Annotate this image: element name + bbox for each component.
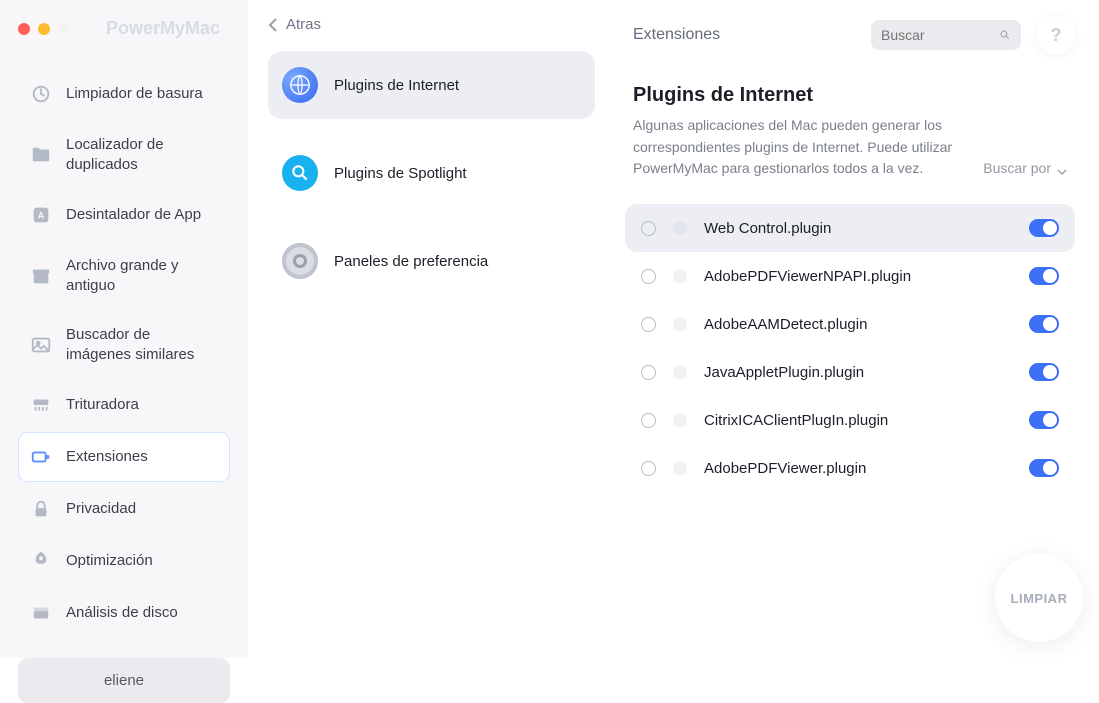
window-zoom-icon[interactable] xyxy=(58,23,70,35)
sidebar-item-label: Limpiador de basura xyxy=(66,84,203,104)
toggle-switch[interactable] xyxy=(1029,459,1059,477)
plugin-icon xyxy=(670,266,690,286)
content-description: Algunas aplicaciones del Mac pueden gene… xyxy=(633,115,963,180)
sidebar-item-uninstaller[interactable]: A Desintalador de App xyxy=(18,190,230,240)
sidebar-item-label: Localizador de duplicados xyxy=(66,135,218,174)
window-controls: PowerMyMac xyxy=(0,10,248,49)
plugin-row[interactable]: AdobePDFViewerNPAPI.plugin xyxy=(625,252,1075,300)
category-list: Plugins de Internet Plugins de Spotlight… xyxy=(268,51,595,295)
search-box[interactable] xyxy=(871,20,1021,50)
sidebar: PowerMyMac Limpiador de basura Localizad… xyxy=(0,0,248,658)
plugin-name: AdobeAAMDetect.plugin xyxy=(704,316,1015,333)
sidebar-item-disk-analysis[interactable]: Análisis de disco xyxy=(18,588,230,638)
radio-button[interactable] xyxy=(641,461,656,476)
disk-icon xyxy=(30,602,52,624)
plugin-name: JavaAppletPlugin.plugin xyxy=(704,364,1015,381)
sidebar-nav: Limpiador de basura Localizador de dupli… xyxy=(0,49,248,648)
folder-icon xyxy=(30,144,52,166)
sidebar-item-privacy[interactable]: Privacidad xyxy=(18,484,230,534)
broom-icon xyxy=(30,83,52,105)
sidebar-item-label: Análisis de disco xyxy=(66,603,178,623)
help-button[interactable]: ? xyxy=(1037,16,1075,54)
sidebar-item-large-old[interactable]: Archivo grande y antiguo xyxy=(18,242,230,309)
sidebar-item-label: Buscador de imágenes similares xyxy=(66,325,218,364)
back-button[interactable]: Atras xyxy=(268,10,595,51)
sort-label: Buscar por xyxy=(983,160,1051,176)
window-minimize-icon[interactable] xyxy=(38,23,50,35)
category-preference-panes[interactable]: Paneles de preferencia xyxy=(268,227,595,295)
sidebar-item-label: Privacidad xyxy=(66,499,136,519)
content-topbar: Extensiones ? xyxy=(625,10,1075,70)
sidebar-item-similar-images[interactable]: Buscador de imágenes similares xyxy=(18,311,230,378)
plugin-icon xyxy=(670,410,690,430)
plugin-row[interactable]: AdobePDFViewer.plugin xyxy=(625,444,1075,492)
user-name[interactable]: eliene xyxy=(18,658,230,703)
radio-button[interactable] xyxy=(641,365,656,380)
search-icon xyxy=(282,155,318,191)
toggle-switch[interactable] xyxy=(1029,315,1059,333)
image-icon xyxy=(30,334,52,356)
category-label: Paneles de preferencia xyxy=(334,253,488,270)
chevron-left-icon xyxy=(268,18,278,32)
plugin-name: AdobePDFViewer.plugin xyxy=(704,460,1015,477)
shredder-icon xyxy=(30,394,52,416)
box-icon xyxy=(30,265,52,287)
sidebar-item-shredder[interactable]: Trituradora xyxy=(18,380,230,430)
toggle-switch[interactable] xyxy=(1029,363,1059,381)
sidebar-item-optimization[interactable]: Optimización xyxy=(18,536,230,586)
radio-button[interactable] xyxy=(641,221,656,236)
plugin-icon xyxy=(670,314,690,334)
sidebar-item-label: Trituradora xyxy=(66,395,139,415)
search-icon xyxy=(999,28,1011,42)
back-label: Atras xyxy=(286,16,321,33)
plugin-name: CitrixICAClientPlugIn.plugin xyxy=(704,412,1015,429)
plugin-row[interactable]: AdobeAAMDetect.plugin xyxy=(625,300,1075,348)
category-label: Plugins de Internet xyxy=(334,77,459,94)
plugin-row[interactable]: CitrixICAClientPlugIn.plugin xyxy=(625,396,1075,444)
sidebar-item-label: Extensiones xyxy=(66,447,148,467)
sidebar-item-duplicate-finder[interactable]: Localizador de duplicados xyxy=(18,121,230,188)
toggle-switch[interactable] xyxy=(1029,411,1059,429)
chevron-down-icon xyxy=(1057,168,1067,176)
sidebar-item-label: Archivo grande y antiguo xyxy=(66,256,218,295)
category-internet-plugins[interactable]: Plugins de Internet xyxy=(268,51,595,119)
sort-by-button[interactable]: Buscar por xyxy=(983,84,1067,180)
category-spotlight-plugins[interactable]: Plugins de Spotlight xyxy=(268,139,595,207)
window-close-icon[interactable] xyxy=(18,23,30,35)
lock-icon xyxy=(30,498,52,520)
category-label: Plugins de Spotlight xyxy=(334,165,467,182)
app-icon: A xyxy=(30,204,52,226)
sidebar-item-extensions[interactable]: Extensiones xyxy=(18,432,230,482)
content-header: Plugins de Internet Algunas aplicaciones… xyxy=(625,70,1075,186)
target-icon xyxy=(282,243,318,279)
rocket-icon xyxy=(30,550,52,572)
content-column: Extensiones ? Plugins de Internet Alguna… xyxy=(615,0,1099,658)
clean-button[interactable]: LIMPIAR xyxy=(995,554,1083,642)
plugin-row[interactable]: Web Control.plugin xyxy=(625,204,1075,252)
toggle-switch[interactable] xyxy=(1029,219,1059,237)
radio-button[interactable] xyxy=(641,317,656,332)
globe-icon xyxy=(282,67,318,103)
plugin-name: Web Control.plugin xyxy=(704,220,1015,237)
search-input[interactable] xyxy=(881,27,991,43)
app-title: PowerMyMac xyxy=(106,18,220,39)
content-title: Plugins de Internet xyxy=(633,84,983,107)
sidebar-item-label: Optimización xyxy=(66,551,153,571)
plugin-name: AdobePDFViewerNPAPI.plugin xyxy=(704,268,1015,285)
plugin-icon xyxy=(670,218,690,238)
plugin-icon xyxy=(670,362,690,382)
plugin-list: Web Control.plugin AdobePDFViewerNPAPI.p… xyxy=(625,204,1075,492)
sidebar-item-junk-cleaner[interactable]: Limpiador de basura xyxy=(18,69,230,119)
radio-button[interactable] xyxy=(641,413,656,428)
plugin-icon xyxy=(670,458,690,478)
extension-icon xyxy=(30,446,52,468)
category-column: Atras Plugins de Internet Plugins de Spo… xyxy=(248,0,615,658)
radio-button[interactable] xyxy=(641,269,656,284)
toggle-switch[interactable] xyxy=(1029,267,1059,285)
sidebar-item-label: Desintalador de App xyxy=(66,205,201,225)
svg-text:A: A xyxy=(38,211,45,221)
breadcrumb: Extensiones xyxy=(633,26,855,44)
plugin-row[interactable]: JavaAppletPlugin.plugin xyxy=(625,348,1075,396)
